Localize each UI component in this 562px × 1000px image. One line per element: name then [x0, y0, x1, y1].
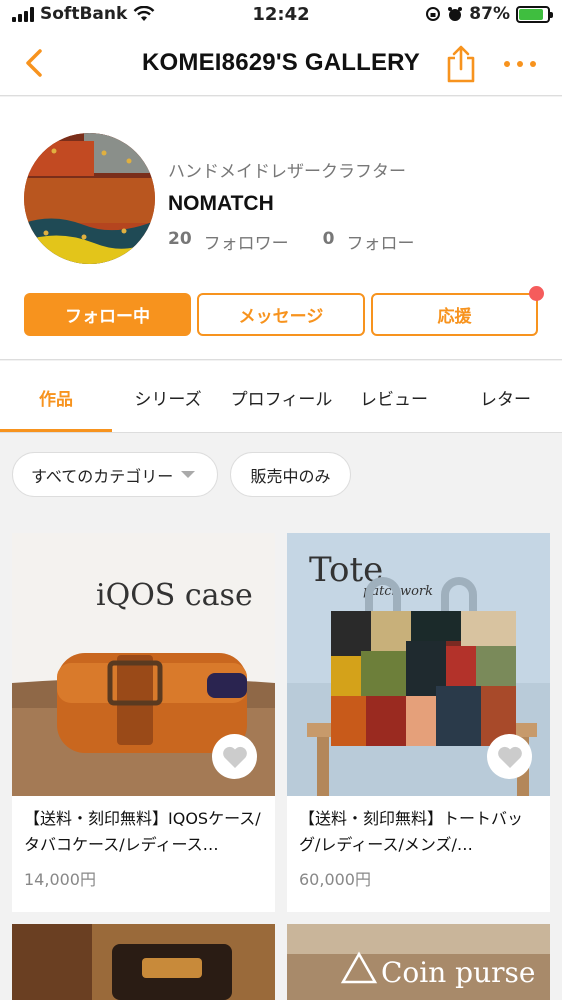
product-image: [12, 924, 275, 1000]
profile-name: NOMATCH: [168, 192, 274, 215]
profile-subtitle: ハンドメイドレザークラフター: [168, 162, 406, 182]
product-card[interactable]: [12, 924, 275, 1000]
product-image-text: iQOS case: [96, 578, 253, 613]
status-bar: SoftBank 12:42 87%: [0, 0, 562, 32]
support-button[interactable]: 応援: [371, 293, 538, 336]
status-right: 87%: [425, 4, 553, 24]
following-link[interactable]: 0 フォロー: [323, 229, 415, 254]
follow-counts: 20 フォロワー 0 フォロー: [168, 229, 449, 254]
notification-dot: [529, 286, 544, 301]
following-label: フォロー: [346, 234, 415, 254]
product-image-text: Coin purse: [381, 956, 535, 989]
back-chevron-icon[interactable]: [20, 46, 50, 80]
followers-label: フォロワー: [203, 234, 289, 254]
tab-active-indicator: [0, 429, 112, 432]
product-price: 14,000円: [24, 870, 96, 889]
avatar[interactable]: [24, 133, 155, 264]
favorite-button[interactable]: [487, 734, 532, 779]
product-card[interactable]: Coin purse: [287, 924, 550, 1000]
more-options-icon[interactable]: [502, 54, 538, 74]
product-card[interactable]: Tote patchwork 【送料・刻印無料】トートバッグ/レディース/メンズ…: [287, 533, 550, 912]
heart-icon: [497, 746, 522, 768]
heart-icon: [222, 746, 247, 768]
followers-link[interactable]: 20 フォロワー: [168, 229, 289, 254]
product-card[interactable]: iQOS case 【送料・刻印無料】IQOSケース/タバコケース/レディース……: [12, 533, 275, 912]
tab-works[interactable]: 作品: [0, 385, 112, 410]
follow-button[interactable]: フォロー中: [24, 293, 191, 336]
profile-section: ハンドメイドレザークラフター NOMATCH 20 フォロワー 0 フォロー フ…: [0, 97, 562, 360]
following-count: 0: [322, 229, 335, 249]
tab-series[interactable]: シリーズ: [112, 385, 224, 410]
category-filter-label: すべてのカテゴリー: [31, 466, 174, 486]
product-title: 【送料・刻印無料】IQOSケース/タバコケース/レディース…: [24, 809, 261, 854]
nav-bar: KOMEI8629'S GALLERY: [0, 32, 562, 96]
battery-percent: 87%: [469, 4, 510, 24]
tab-profile[interactable]: プロフィール: [224, 385, 339, 410]
tab-reviews[interactable]: レビュー: [339, 385, 449, 410]
followers-count: 20: [168, 229, 192, 249]
category-filter[interactable]: すべてのカテゴリー: [12, 452, 218, 497]
tab-bar: 作品 シリーズ プロフィール レビュー レター: [0, 361, 562, 433]
product-price: 60,000円: [299, 870, 371, 889]
battery-fill: [519, 8, 544, 20]
on-sale-filter-label: 販売中のみ: [250, 466, 331, 486]
share-icon[interactable]: [444, 44, 478, 84]
alarm-icon: [448, 7, 463, 21]
battery-icon: [516, 5, 553, 23]
tab-letters[interactable]: レター: [449, 385, 562, 410]
favorite-button[interactable]: [212, 734, 257, 779]
page-title: KOMEI8629'S GALLERY: [141, 49, 421, 76]
caret-down-icon: [181, 471, 196, 478]
on-sale-filter[interactable]: 販売中のみ: [230, 452, 351, 497]
orientation-lock-icon: [426, 7, 441, 21]
product-title: 【送料・刻印無料】トートバッグ/レディース/メンズ/…: [299, 809, 524, 854]
product-image: Coin purse: [287, 924, 550, 1000]
message-button[interactable]: メッセージ: [197, 293, 365, 336]
